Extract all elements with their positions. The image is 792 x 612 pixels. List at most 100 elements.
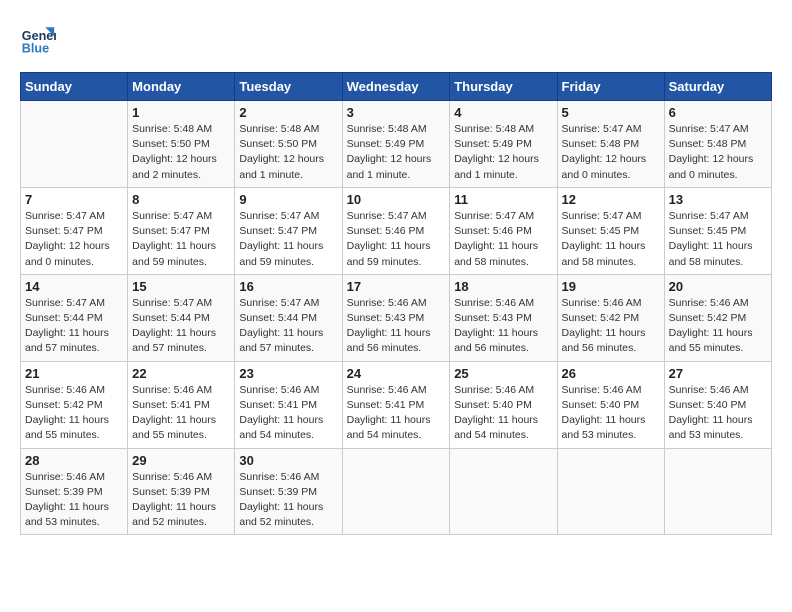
day-number: 11 bbox=[454, 192, 552, 207]
day-number: 3 bbox=[347, 105, 446, 120]
weekday-header-wednesday: Wednesday bbox=[342, 73, 450, 101]
day-detail: Sunrise: 5:46 AM Sunset: 5:39 PM Dayligh… bbox=[25, 470, 123, 531]
day-detail: Sunrise: 5:46 AM Sunset: 5:43 PM Dayligh… bbox=[454, 296, 552, 357]
day-detail: Sunrise: 5:46 AM Sunset: 5:42 PM Dayligh… bbox=[562, 296, 660, 357]
calendar-cell bbox=[21, 101, 128, 188]
calendar-cell: 11Sunrise: 5:47 AM Sunset: 5:46 PM Dayli… bbox=[450, 187, 557, 274]
day-detail: Sunrise: 5:46 AM Sunset: 5:40 PM Dayligh… bbox=[669, 383, 767, 444]
day-number: 10 bbox=[347, 192, 446, 207]
day-number: 25 bbox=[454, 366, 552, 381]
day-detail: Sunrise: 5:48 AM Sunset: 5:50 PM Dayligh… bbox=[239, 122, 337, 183]
calendar-cell: 25 Sunrise: 5:46 AM Sunset: 5:40 PM Dayli… bbox=[450, 361, 557, 448]
day-detail: Sunrise: 5:46 AM Sunset: 5:42 PM Dayligh… bbox=[669, 296, 767, 357]
day-detail: Sunrise: 5:47 AM Sunset: 5:45 PM Dayligh… bbox=[562, 209, 660, 270]
day-number: 9 bbox=[239, 192, 337, 207]
calendar-cell: 5 Sunrise: 5:47 AM Sunset: 5:48 PM Daylig… bbox=[557, 101, 664, 188]
day-number: 14 bbox=[25, 279, 123, 294]
day-number: 4 bbox=[454, 105, 552, 120]
calendar-cell: 12 Sunrise: 5:47 AM Sunset: 5:45 PM Dayli… bbox=[557, 187, 664, 274]
day-number: 21 bbox=[25, 366, 123, 381]
day-number: 28 bbox=[25, 453, 123, 468]
day-number: 27 bbox=[669, 366, 767, 381]
calendar-cell: 13Sunrise: 5:47 AM Sunset: 5:45 PM Dayli… bbox=[664, 187, 771, 274]
svg-text:Blue: Blue bbox=[22, 41, 49, 55]
calendar-cell: 4 Sunrise: 5:48 AM Sunset: 5:49 PM Daylig… bbox=[450, 101, 557, 188]
week-row-1: 1 Sunrise: 5:48 AM Sunset: 5:50 PM Daylig… bbox=[21, 101, 772, 188]
calendar-cell: 26 Sunrise: 5:46 AM Sunset: 5:40 PM Dayli… bbox=[557, 361, 664, 448]
day-detail: Sunrise: 5:46 AM Sunset: 5:40 PM Dayligh… bbox=[454, 383, 552, 444]
day-number: 19 bbox=[562, 279, 660, 294]
day-detail: Sunrise: 5:46 AM Sunset: 5:43 PM Dayligh… bbox=[347, 296, 446, 357]
weekday-header-monday: Monday bbox=[128, 73, 235, 101]
day-detail: Sunrise: 5:48 AM Sunset: 5:49 PM Dayligh… bbox=[347, 122, 446, 183]
calendar-cell: 18Sunrise: 5:46 AM Sunset: 5:43 PM Dayli… bbox=[450, 274, 557, 361]
logo-icon: General Blue bbox=[20, 20, 56, 56]
day-detail: Sunrise: 5:47 AM Sunset: 5:46 PM Dayligh… bbox=[347, 209, 446, 270]
calendar-table: SundayMondayTuesdayWednesdayThursdayFrid… bbox=[20, 72, 772, 535]
weekday-header-saturday: Saturday bbox=[664, 73, 771, 101]
calendar-cell: 3 Sunrise: 5:48 AM Sunset: 5:49 PM Daylig… bbox=[342, 101, 450, 188]
calendar-cell: 19 Sunrise: 5:46 AM Sunset: 5:42 PM Dayli… bbox=[557, 274, 664, 361]
day-number: 2 bbox=[239, 105, 337, 120]
calendar-cell: 9 Sunrise: 5:47 AM Sunset: 5:47 PM Daylig… bbox=[235, 187, 342, 274]
day-detail: Sunrise: 5:46 AM Sunset: 5:41 PM Dayligh… bbox=[132, 383, 230, 444]
weekday-header-friday: Friday bbox=[557, 73, 664, 101]
calendar-cell: 24 Sunrise: 5:46 AM Sunset: 5:41 PM Dayli… bbox=[342, 361, 450, 448]
page-header: General Blue bbox=[20, 20, 772, 56]
calendar-cell: 27 Sunrise: 5:46 AM Sunset: 5:40 PM Dayli… bbox=[664, 361, 771, 448]
day-number: 5 bbox=[562, 105, 660, 120]
day-number: 16 bbox=[239, 279, 337, 294]
day-number: 22 bbox=[132, 366, 230, 381]
calendar-cell bbox=[557, 448, 664, 535]
day-number: 23 bbox=[239, 366, 337, 381]
day-detail: Sunrise: 5:47 AM Sunset: 5:44 PM Dayligh… bbox=[25, 296, 123, 357]
day-detail: Sunrise: 5:47 AM Sunset: 5:47 PM Dayligh… bbox=[239, 209, 337, 270]
calendar-cell: 1 Sunrise: 5:48 AM Sunset: 5:50 PM Daylig… bbox=[128, 101, 235, 188]
day-detail: Sunrise: 5:46 AM Sunset: 5:40 PM Dayligh… bbox=[562, 383, 660, 444]
calendar-cell: 7Sunrise: 5:47 AM Sunset: 5:47 PM Daylig… bbox=[21, 187, 128, 274]
calendar-cell: 28 Sunrise: 5:46 AM Sunset: 5:39 PM Dayli… bbox=[21, 448, 128, 535]
calendar-cell: 15 Sunrise: 5:47 AM Sunset: 5:44 PM Dayli… bbox=[128, 274, 235, 361]
calendar-cell: 16 Sunrise: 5:47 AM Sunset: 5:44 PM Dayli… bbox=[235, 274, 342, 361]
week-row-5: 28 Sunrise: 5:46 AM Sunset: 5:39 PM Dayli… bbox=[21, 448, 772, 535]
day-detail: Sunrise: 5:46 AM Sunset: 5:39 PM Dayligh… bbox=[132, 470, 230, 531]
day-detail: Sunrise: 5:48 AM Sunset: 5:49 PM Dayligh… bbox=[454, 122, 552, 183]
day-number: 12 bbox=[562, 192, 660, 207]
day-detail: Sunrise: 5:47 AM Sunset: 5:44 PM Dayligh… bbox=[239, 296, 337, 357]
day-number: 29 bbox=[132, 453, 230, 468]
calendar-cell: 8 Sunrise: 5:47 AM Sunset: 5:47 PM Daylig… bbox=[128, 187, 235, 274]
calendar-cell: 23 Sunrise: 5:46 AM Sunset: 5:41 PM Dayli… bbox=[235, 361, 342, 448]
calendar-cell bbox=[342, 448, 450, 535]
calendar-cell: 22 Sunrise: 5:46 AM Sunset: 5:41 PM Dayli… bbox=[128, 361, 235, 448]
day-number: 26 bbox=[562, 366, 660, 381]
week-row-2: 7 Sunrise: 5:47 AM Sunset: 5:47 PM Daylig… bbox=[21, 187, 772, 274]
day-detail: Sunrise: 5:46 AM Sunset: 5:41 PM Dayligh… bbox=[239, 383, 337, 444]
day-number: 17 bbox=[347, 279, 446, 294]
day-detail: Sunrise: 5:47 AM Sunset: 5:47 PM Dayligh… bbox=[132, 209, 230, 270]
day-number: 8 bbox=[132, 192, 230, 207]
weekday-header-thursday: Thursday bbox=[450, 73, 557, 101]
day-number: 24 bbox=[347, 366, 446, 381]
week-row-3: 14 Sunrise: 5:47 AM Sunset: 5:44 PM Dayli… bbox=[21, 274, 772, 361]
day-detail: Sunrise: 5:47 AM Sunset: 5:45 PM Dayligh… bbox=[669, 209, 767, 270]
day-number: 1 bbox=[132, 105, 230, 120]
day-detail: Sunrise: 5:47 AM Sunset: 5:48 PM Dayligh… bbox=[562, 122, 660, 183]
weekday-header-row: SundayMondayTuesdayWednesdayThursdayFrid… bbox=[21, 73, 772, 101]
day-detail: Sunrise: 5:46 AM Sunset: 5:41 PM Dayligh… bbox=[347, 383, 446, 444]
calendar-cell bbox=[664, 448, 771, 535]
day-detail: Sunrise: 5:47 AM Sunset: 5:48 PM Dayligh… bbox=[669, 122, 767, 183]
calendar-cell: 17 Sunrise: 5:46 AM Sunset: 5:43 PM Dayli… bbox=[342, 274, 450, 361]
logo: General Blue bbox=[20, 20, 60, 56]
day-detail: Sunrise: 5:46 AM Sunset: 5:42 PM Dayligh… bbox=[25, 383, 123, 444]
calendar-cell: 21 Sunrise: 5:46 AM Sunset: 5:42 PM Dayli… bbox=[21, 361, 128, 448]
day-number: 15 bbox=[132, 279, 230, 294]
calendar-cell: 14 Sunrise: 5:47 AM Sunset: 5:44 PM Dayli… bbox=[21, 274, 128, 361]
day-number: 7 bbox=[25, 192, 123, 207]
calendar-cell bbox=[450, 448, 557, 535]
weekday-header-tuesday: Tuesday bbox=[235, 73, 342, 101]
day-detail: Sunrise: 5:48 AM Sunset: 5:50 PM Dayligh… bbox=[132, 122, 230, 183]
day-number: 6 bbox=[669, 105, 767, 120]
calendar-header: SundayMondayTuesdayWednesdayThursdayFrid… bbox=[21, 73, 772, 101]
day-detail: Sunrise: 5:47 AM Sunset: 5:44 PM Dayligh… bbox=[132, 296, 230, 357]
day-detail: Sunrise: 5:46 AM Sunset: 5:39 PM Dayligh… bbox=[239, 470, 337, 531]
